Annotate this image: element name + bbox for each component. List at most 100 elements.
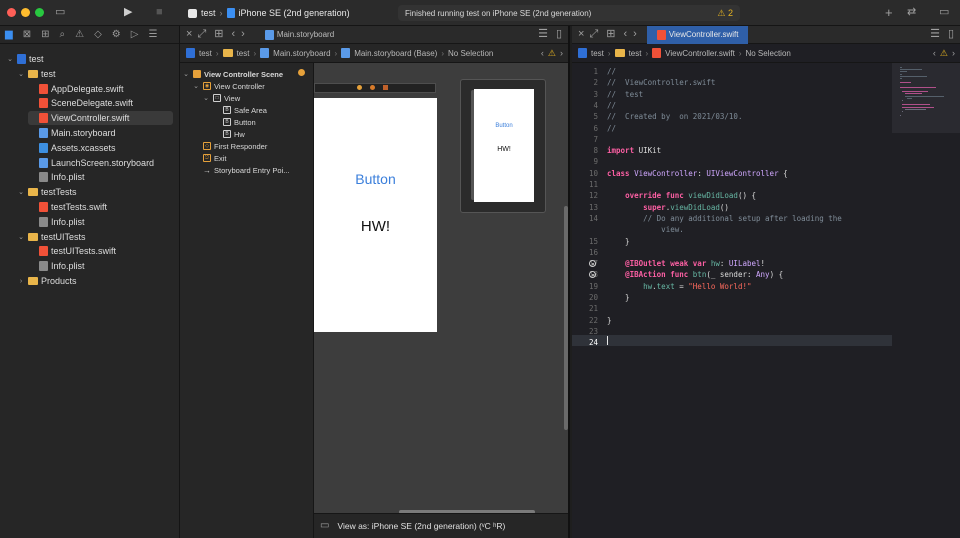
warning-icon[interactable]: ⚠ <box>548 48 556 59</box>
folder-icon[interactable]: ▆ <box>5 29 13 40</box>
stop-icon[interactable]: ■ <box>156 7 163 18</box>
outline-item[interactable]: ⌄ □ View <box>202 92 240 104</box>
issue-icon[interactable]: ⚠ <box>75 29 84 40</box>
code-minimap[interactable] <box>892 63 960 133</box>
code-line[interactable]: @IBAction func btn(_ sender: Any) { <box>607 270 783 279</box>
navigator-group[interactable]: ⌄ testUITests <box>17 230 85 244</box>
code-line[interactable]: } <box>607 293 630 302</box>
navigator-group[interactable]: › Products <box>17 274 77 288</box>
code-line[interactable]: view. <box>607 225 684 234</box>
navigator-file[interactable]: ViewController.swift <box>28 111 173 126</box>
back-icon[interactable]: ‹ <box>623 29 627 40</box>
source-control-icon[interactable]: ⊠ <box>23 29 31 40</box>
outline-item[interactable]: → Storyboard Entry Poi... <box>192 164 289 176</box>
navigator-file[interactable]: LaunchScreen.storyboard <box>28 156 154 170</box>
canvas-minimap[interactable]: Button HW! <box>460 79 546 213</box>
back-icon[interactable]: ‹ <box>541 48 544 58</box>
forward-icon[interactable]: › <box>241 29 245 40</box>
close-icon[interactable]: × <box>578 29 584 40</box>
tab-viewcontroller-swift[interactable]: ViewController.swift <box>646 25 749 44</box>
navigator-file[interactable]: testUITests.swift <box>28 244 116 258</box>
test-icon[interactable]: ◇ <box>94 29 102 40</box>
scheme-selector[interactable]: test › iPhone SE (2nd generation) <box>188 5 350 21</box>
scene-dock[interactable] <box>314 83 436 93</box>
navigator-file[interactable]: Info.plist <box>28 259 85 273</box>
grid-icon[interactable]: ⊞ <box>214 29 223 40</box>
disclosure-chevron-icon[interactable]: ⌄ <box>17 70 25 78</box>
split-editor-icon[interactable]: ▯ <box>556 29 562 40</box>
device-config-bar[interactable]: ▭ View as: iPhone SE (2nd generation) (ᵛ… <box>314 513 568 538</box>
forward-icon[interactable]: › <box>560 48 563 58</box>
code-line[interactable]: // ViewController.swift <box>607 78 715 87</box>
navigator-file[interactable]: testTests.swift <box>28 200 107 214</box>
navigator-file[interactable]: Assets.xcassets <box>28 141 116 155</box>
warning-icon[interactable]: ⚠ <box>940 48 948 59</box>
zoom-window-button[interactable] <box>35 8 44 17</box>
outline-item[interactable]: ⌄ ◉ View Controller <box>192 80 265 92</box>
code-line[interactable]: class ViewController: UIViewController { <box>607 169 788 178</box>
split-editor-icon[interactable]: ▯ <box>948 29 954 40</box>
code-line[interactable]: @IBOutlet weak var hw: UILabel! <box>607 259 765 268</box>
tab-main-storyboard[interactable]: Main.storyboard <box>255 26 344 44</box>
expand-icon[interactable]: ⤢ <box>589 29 598 40</box>
jump-project[interactable]: test <box>199 49 212 58</box>
disclosure-chevron-icon[interactable]: ⌄ <box>17 188 25 196</box>
disclosure-chevron-icon[interactable]: ⌄ <box>6 55 14 63</box>
view-controller-icon[interactable] <box>357 85 362 90</box>
close-icon[interactable]: × <box>186 29 192 40</box>
minimize-window-button[interactable] <box>21 8 30 17</box>
navigator-file[interactable]: Info.plist <box>28 170 85 184</box>
code-line[interactable]: // <box>607 67 616 76</box>
code-line[interactable]: super.viewDidLoad() <box>607 203 729 212</box>
jump-folder[interactable]: test <box>629 49 642 58</box>
destination-name[interactable]: iPhone SE (2nd generation) <box>239 8 350 18</box>
code-line[interactable]: // Created by on 2021/03/10. <box>607 112 742 121</box>
expand-icon[interactable]: ⤢ <box>197 29 206 40</box>
close-window-button[interactable] <box>7 8 16 17</box>
navigator-group[interactable]: ⌄ testTests <box>17 185 76 199</box>
navigator-file[interactable]: Info.plist <box>28 215 85 229</box>
symbol-icon[interactable]: ⊞ <box>41 29 49 40</box>
code-line[interactable]: } <box>607 237 630 246</box>
exit-icon[interactable] <box>383 85 388 90</box>
jump-file[interactable]: ViewController.swift <box>665 49 735 58</box>
add-library-icon[interactable]: + <box>885 6 893 19</box>
forward-icon[interactable]: › <box>952 48 955 58</box>
outline-item[interactable]: B Safe Area <box>212 104 267 116</box>
code-line[interactable]: hw.text = "Hello World!" <box>607 282 751 291</box>
editor-options-icon[interactable]: ☰ <box>538 29 548 40</box>
jump-bar[interactable]: test › test › Main.storyboard › Main.storyb… <box>180 44 568 63</box>
view-as-label[interactable]: View as: iPhone SE (2nd generation) (ᵛC … <box>337 521 505 531</box>
disclosure-chevron-icon[interactable]: ⌄ <box>192 82 200 90</box>
jump-bar[interactable]: test › test › ViewController.swift › No Sel… <box>572 44 960 63</box>
navigator-file[interactable]: SceneDelegate.swift <box>28 96 133 110</box>
warning-indicator[interactable]: ⚠ 2 <box>717 8 733 19</box>
code-line[interactable]: override func viewDidLoad() { <box>607 191 756 200</box>
disclosure-chevron-icon[interactable]: ⌄ <box>17 233 25 241</box>
outline-toggle-icon[interactable]: ▭ <box>320 521 329 531</box>
grid-icon[interactable]: ⊞ <box>606 29 615 40</box>
code-line[interactable]: // <box>607 124 616 133</box>
code-line[interactable]: // <box>607 101 616 110</box>
breakpoint-icon[interactable]: ▷ <box>131 29 139 40</box>
navigator-group[interactable]: ⌄ test <box>17 67 55 81</box>
code-line[interactable]: // Do any additional setup after loading… <box>607 214 842 223</box>
disclosure-chevron-icon[interactable]: ⌄ <box>202 94 210 102</box>
run-icon[interactable]: ▶ <box>124 7 132 18</box>
source-text[interactable]: 1 // 2 // ViewController.swift 3 // test 4 // 5 /… <box>572 63 892 538</box>
debug-icon[interactable]: ⚙ <box>112 29 121 40</box>
storyboard-label[interactable]: HW! <box>314 218 437 235</box>
jump-selection[interactable]: No Selection <box>448 49 493 58</box>
view-controller-scene[interactable]: Button HW! <box>314 98 437 332</box>
jump-localization[interactable]: Main.storyboard (Base) <box>354 49 437 58</box>
editor-options-icon[interactable]: ☰ <box>930 29 940 40</box>
code-line[interactable]: } <box>607 316 612 325</box>
back-icon[interactable]: ‹ <box>933 48 936 58</box>
jump-folder[interactable]: test <box>237 49 250 58</box>
sidebar-toggle-icon[interactable]: ▭ <box>55 7 65 18</box>
vertical-scrollbar[interactable] <box>564 206 568 430</box>
report-icon[interactable]: ☰ <box>148 29 157 40</box>
code-line[interactable]: // test <box>607 90 643 99</box>
code-review-icon[interactable]: ⇄ <box>907 7 916 18</box>
navigator-file[interactable]: AppDelegate.swift <box>28 82 124 96</box>
